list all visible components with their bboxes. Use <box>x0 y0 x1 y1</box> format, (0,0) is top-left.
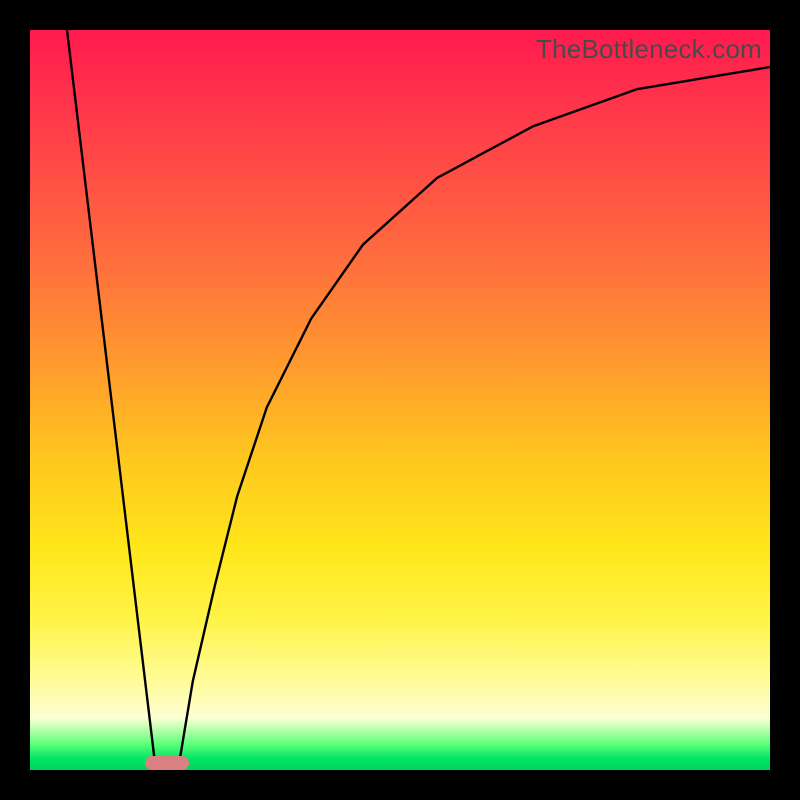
optimum-marker <box>145 756 189 770</box>
chart-curves-svg <box>30 30 770 770</box>
chart-frame: TheBottleneck.com <box>0 0 800 800</box>
chart-plot-area: TheBottleneck.com <box>30 30 770 770</box>
curve-left-branch <box>67 30 156 770</box>
curve-right-branch <box>178 67 770 770</box>
